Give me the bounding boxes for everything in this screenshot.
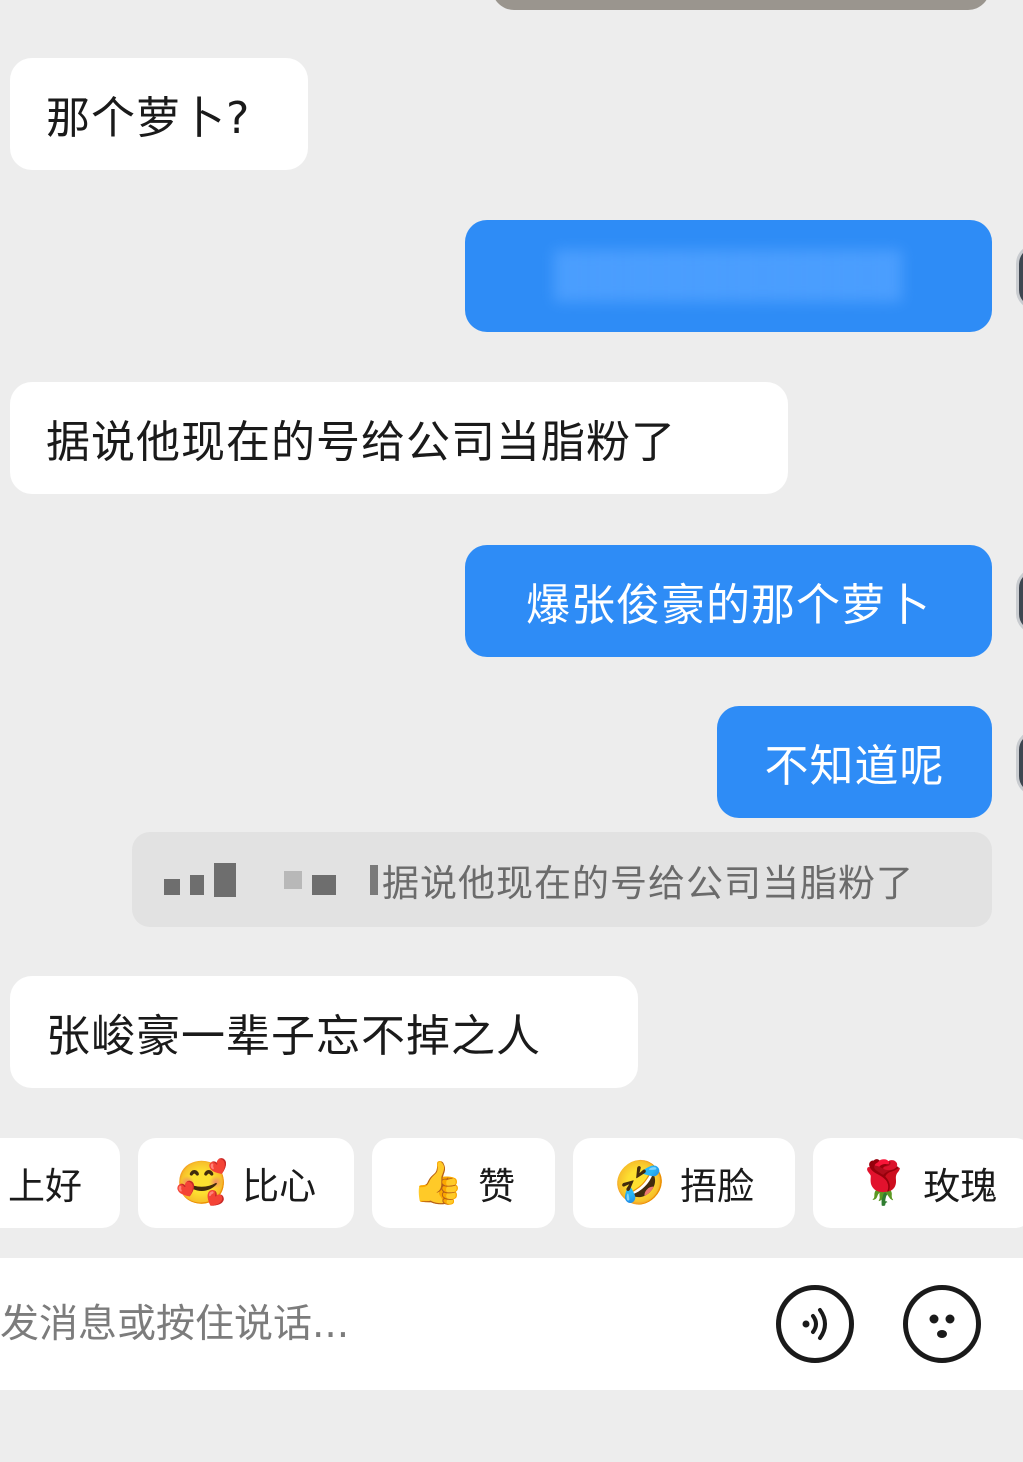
message-bubble-incoming[interactable]: 那个萝卜? xyxy=(10,58,308,170)
quick-reply-label: 捂脸 xyxy=(680,1165,755,1208)
quick-reply-chip[interactable]: 上好 xyxy=(0,1138,120,1228)
previous-image-message[interactable] xyxy=(492,0,990,10)
message-bubble-outgoing[interactable]: 爆张俊豪的那个萝卜 xyxy=(465,545,992,657)
quick-reply-chip-heart[interactable]: 🥰 比心 xyxy=(138,1138,354,1228)
bottom-safe-area xyxy=(0,1390,1023,1462)
avatar[interactable] xyxy=(1016,730,1023,796)
message-bubble-outgoing[interactable]: 不知道呢 xyxy=(717,706,992,818)
rose-icon: 🌹 xyxy=(857,1158,910,1207)
quick-reply-bar: 上好 🥰 比心 👍 赞 🤣 捂脸 🌹 玫瑰 xyxy=(0,1138,1023,1228)
message-text: 据说他现在的号给公司当脂粉了 xyxy=(46,417,676,468)
avatar[interactable] xyxy=(1016,568,1023,634)
laughing-crying-icon: 🤣 xyxy=(613,1158,667,1207)
quick-reply-label: 玫瑰 xyxy=(923,1165,998,1208)
quick-reply-label: 比心 xyxy=(242,1165,317,1208)
emoji-button[interactable] xyxy=(903,1285,981,1363)
message-text: 那个萝卜? xyxy=(46,93,251,144)
message-bubble-incoming[interactable]: 张峻豪一辈子忘不掉之人 xyxy=(10,976,638,1088)
message-text: 张峻豪一辈子忘不掉之人 xyxy=(46,1011,541,1062)
quick-reply-chip-facepalm[interactable]: 🤣 捂脸 xyxy=(573,1138,795,1228)
message-input[interactable] xyxy=(0,1258,740,1390)
message-bubble-incoming[interactable]: 据说他现在的号给公司当脂粉了 xyxy=(10,382,788,494)
quoted-sender-pixelated xyxy=(164,862,370,897)
message-input-bar xyxy=(0,1258,1023,1390)
thumbs-up-icon: 👍 xyxy=(411,1158,465,1207)
avatar[interactable] xyxy=(1016,244,1023,310)
quick-reply-label: 赞 xyxy=(478,1165,516,1208)
quoted-message[interactable]: 据说他现在的号给公司当脂粉了 xyxy=(132,832,992,927)
message-text: 不知道呢 xyxy=(764,741,945,792)
message-bubble-outgoing[interactable]: ██████████ xyxy=(465,220,992,332)
heart-hands-icon: 🥰 xyxy=(175,1158,229,1207)
quick-reply-chip-rose[interactable]: 🌹 玫瑰 xyxy=(813,1138,1023,1228)
emoji-face-icon xyxy=(929,1314,955,1338)
voice-button[interactable] xyxy=(776,1285,854,1363)
chat-screen: 那个萝卜? ██████████ 据说他现在的号给公司当脂粉了 爆张俊豪的那个萝… xyxy=(0,0,1023,1462)
quick-reply-label: 上好 xyxy=(8,1165,82,1208)
quick-reply-chip-like[interactable]: 👍 赞 xyxy=(372,1138,555,1228)
quote-bar xyxy=(370,864,378,895)
message-text: 爆张俊豪的那个萝卜 xyxy=(526,580,931,631)
message-text-redacted: ██████████ xyxy=(554,250,903,302)
quoted-text: 据说他现在的号给公司当脂粉了 xyxy=(382,861,914,905)
voice-wave-icon xyxy=(802,1308,827,1340)
